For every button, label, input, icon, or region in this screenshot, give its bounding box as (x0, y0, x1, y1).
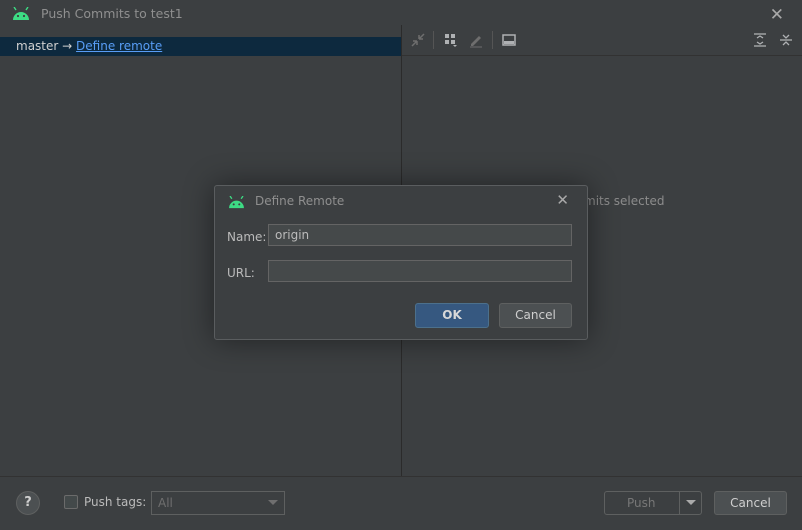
push-button-label: Push (627, 496, 656, 510)
help-button[interactable]: ? (16, 491, 40, 515)
window-title: Push Commits to test1 (41, 6, 183, 21)
url-label: URL: (227, 266, 255, 280)
remote-url-input[interactable] (268, 260, 572, 282)
android-logo-icon (13, 7, 29, 20)
toolbar-separator (492, 31, 493, 49)
expand-all-icon[interactable] (752, 32, 768, 48)
toolbar-separator (433, 31, 434, 49)
tags-select[interactable]: All (151, 491, 285, 515)
ok-button[interactable]: OK (415, 303, 489, 328)
dropdown-arrow-icon (268, 500, 278, 505)
dialog-cancel-button[interactable]: Cancel (499, 303, 572, 328)
branch-row-text: master → Define remote (16, 39, 162, 53)
details-toolbar (402, 25, 802, 56)
expand-icon[interactable] (410, 32, 426, 48)
cancel-button[interactable]: Cancel (714, 491, 787, 515)
dialog-title: Define Remote (255, 194, 345, 208)
title-bar: Push Commits to test1 ✕ (0, 0, 802, 28)
footer-divider (0, 476, 802, 477)
remote-name-input[interactable] (268, 224, 572, 246)
no-commits-message: mits selected (584, 194, 665, 208)
branch-name: master (16, 39, 59, 53)
group-by-icon[interactable] (443, 32, 459, 48)
define-remote-link[interactable]: Define remote (76, 39, 162, 53)
dialog-close-icon[interactable]: ✕ (556, 191, 569, 209)
arrow-icon: → (62, 39, 73, 53)
tags-select-value: All (158, 496, 173, 510)
collapse-all-icon[interactable] (778, 32, 794, 48)
edit-icon[interactable] (468, 32, 484, 48)
android-logo-icon (229, 196, 244, 209)
branch-row[interactable]: master → Define remote (0, 37, 401, 56)
push-commits-window: Push Commits to test1 ✕ master → Define … (0, 0, 802, 530)
dropdown-arrow-icon (686, 500, 696, 505)
name-label: Name: (227, 230, 267, 244)
define-remote-dialog: Define Remote ✕ Name: URL: OK Cancel (214, 185, 588, 340)
push-button[interactable]: Push (604, 491, 680, 515)
show-details-icon[interactable] (501, 32, 517, 48)
push-options-button[interactable] (679, 491, 702, 515)
push-tags-label: Push tags: (84, 495, 147, 509)
close-icon[interactable]: ✕ (770, 5, 784, 25)
push-tags-checkbox[interactable] (64, 495, 78, 509)
